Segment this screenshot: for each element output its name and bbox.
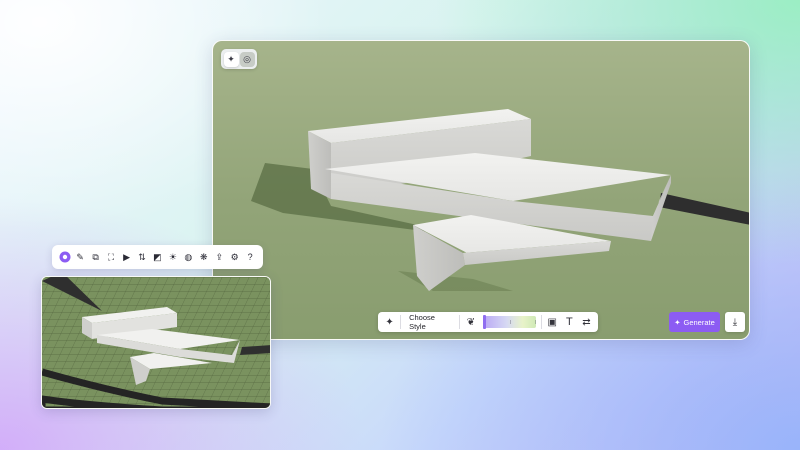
pen-tool-icon[interactable]: ✎	[74, 251, 87, 264]
download-button[interactable]: ⤓	[725, 312, 745, 332]
toolbar-divider	[540, 315, 542, 329]
slider-tick	[534, 320, 536, 324]
rendered-scene	[251, 109, 749, 291]
target-icon[interactable]: ◎	[239, 51, 255, 67]
help-icon[interactable]: ?	[244, 251, 257, 264]
style-toolbar: ✦ Choose Style ❦ ▣ T ⇄	[378, 312, 598, 332]
toolbar-divider	[400, 315, 402, 329]
choose-style-button[interactable]: Choose Style	[403, 313, 457, 331]
image-edit-icon[interactable]: ◩	[151, 251, 164, 264]
tool-palette: ✎ ⧉ ⛶ ▶ ⇅ ◩ ☀ ◍ ❋ ⇪ ⚙ ?	[52, 245, 263, 269]
material-icon[interactable]: ◍	[182, 251, 195, 264]
download-icon: ⤓	[732, 316, 738, 328]
text-icon[interactable]: T	[561, 314, 578, 330]
wireframe-model	[42, 277, 270, 408]
slider-tick	[509, 320, 511, 324]
sliders-icon[interactable]: ⇄	[578, 314, 595, 330]
sparkle-icon[interactable]: ✦	[223, 51, 239, 67]
model-viewport[interactable]	[41, 276, 271, 409]
mode-toggle[interactable]: ✦ ◎	[221, 49, 257, 69]
lightbulb-icon[interactable]: ☀	[166, 251, 179, 264]
transform-icon[interactable]: ⇅	[135, 251, 148, 264]
export-icon[interactable]: ⇪	[213, 251, 226, 264]
settings-icon[interactable]: ⚙	[228, 251, 241, 264]
logo-icon[interactable]	[58, 251, 71, 264]
style-strength-slider[interactable]	[482, 315, 536, 329]
video-icon[interactable]: ▶	[120, 251, 133, 264]
layers-icon[interactable]: ⧉	[89, 251, 102, 264]
generate-button[interactable]: ✦ Generate	[669, 312, 720, 332]
sparkle-icon[interactable]: ✦	[381, 314, 398, 330]
camera-frame-icon[interactable]: ⛶	[105, 251, 118, 264]
slider-handle[interactable]	[482, 315, 486, 329]
palette-icon[interactable]: ❦	[462, 314, 479, 330]
toolbar-divider	[459, 315, 461, 329]
render-viewport[interactable]: ✦ ◎ ✦ Choose Style ❦ ▣ T ⇄ ✦ Generate ⤓	[212, 40, 750, 340]
sparkle-icon: ✦	[674, 317, 681, 327]
image-icon[interactable]: ▣	[544, 314, 561, 330]
generate-label: Generate	[683, 317, 715, 327]
effects-icon[interactable]: ❋	[197, 251, 210, 264]
